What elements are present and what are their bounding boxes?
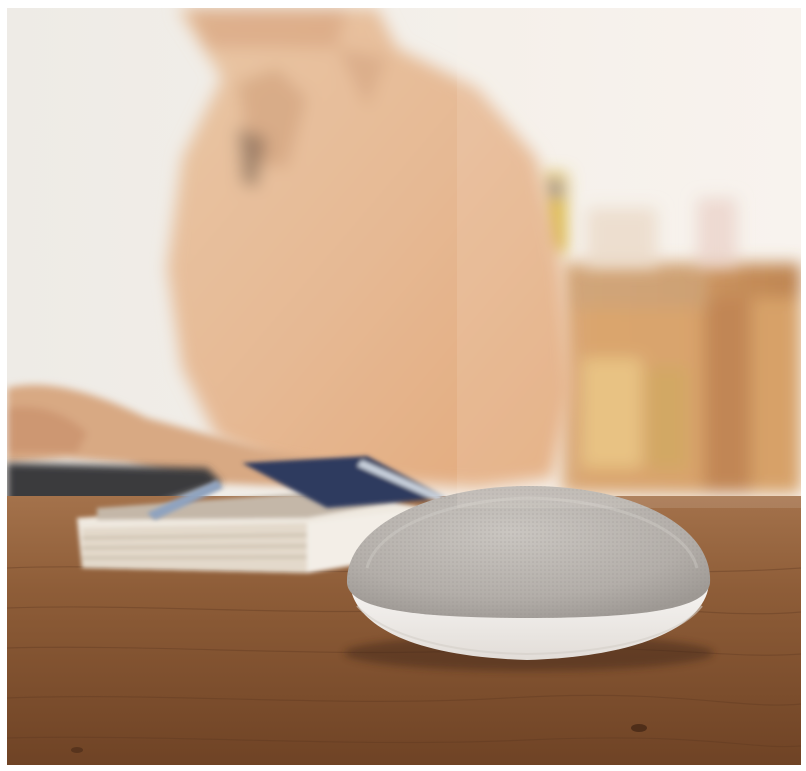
photo [7, 8, 801, 765]
photo-frame [7, 8, 801, 765]
wood-knot [71, 747, 83, 753]
wood-knot [631, 724, 647, 732]
light-overlay [457, 8, 801, 508]
